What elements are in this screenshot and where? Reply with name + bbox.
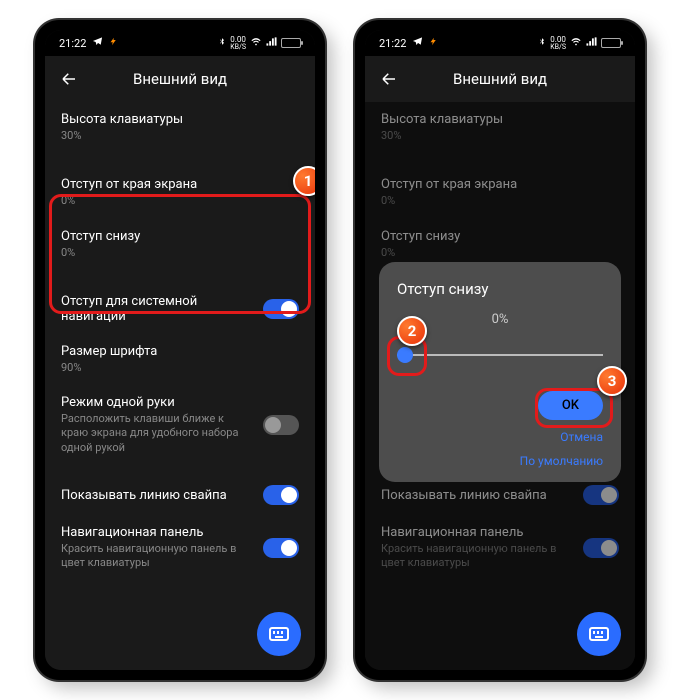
telegram-icon bbox=[412, 36, 423, 50]
back-button[interactable] bbox=[59, 69, 79, 89]
step-badge-2: 2 bbox=[397, 316, 427, 346]
status-bar: 21:22 0.00 KB/S bbox=[365, 30, 635, 56]
battery-icon bbox=[281, 38, 301, 48]
signal-icon bbox=[586, 37, 597, 50]
toggle-nav-panel[interactable] bbox=[263, 538, 299, 558]
bluetooth-icon bbox=[218, 36, 226, 50]
row-edge-padding[interactable]: Отступ от края экрана 0% bbox=[45, 153, 315, 218]
screen-left: 21:22 0.00 KB/S bbox=[45, 30, 315, 670]
row-system-nav-padding[interactable]: Отступ для системной навигации bbox=[45, 284, 315, 334]
phone-left: 21:22 0.00 KB/S bbox=[35, 20, 325, 680]
lightning-icon bbox=[429, 36, 438, 50]
net-unit: KB/S bbox=[230, 44, 246, 51]
ok-button[interactable]: OK bbox=[538, 391, 603, 420]
row-one-hand[interactable]: Режим одной руки Расположить клавиши бли… bbox=[45, 385, 315, 465]
row-font-size[interactable]: Размер шрифта 90% bbox=[45, 334, 315, 385]
row-keyboard-height[interactable]: Высота клавиатуры 30% bbox=[45, 102, 315, 153]
settings-list: Высота клавиатуры 30% Отступ от края экр… bbox=[365, 102, 635, 670]
dialog-slider[interactable] bbox=[397, 345, 603, 365]
keyboard-fab[interactable] bbox=[577, 612, 621, 656]
toggle-swipe-line[interactable] bbox=[263, 485, 299, 505]
screen-right: 21:22 0.00 KB/S bbox=[365, 30, 635, 670]
dialog-value: 0% bbox=[397, 312, 603, 327]
wifi-icon bbox=[250, 37, 262, 50]
battery-icon bbox=[601, 38, 621, 48]
status-time: 21:22 bbox=[59, 37, 86, 50]
back-button[interactable] bbox=[379, 69, 399, 89]
lightning-icon bbox=[109, 36, 118, 50]
toggle-system-nav[interactable] bbox=[263, 299, 299, 319]
slider-thumb[interactable] bbox=[397, 347, 413, 363]
step-badge-3: 3 bbox=[597, 366, 627, 396]
phone-right: 21:22 0.00 KB/S bbox=[355, 20, 645, 680]
toggle-one-hand[interactable] bbox=[263, 415, 299, 435]
app-header: Внешний вид bbox=[45, 56, 315, 102]
bottom-padding-dialog: Отступ снизу 0% OK Отмена По умолчанию bbox=[379, 262, 621, 482]
status-bar: 21:22 0.00 KB/S bbox=[45, 30, 315, 56]
keyboard-icon bbox=[589, 627, 609, 641]
cancel-link[interactable]: Отмена bbox=[397, 430, 603, 444]
page-title: Внешний вид bbox=[419, 70, 581, 88]
settings-list: Высота клавиатуры 30% Отступ от края экр… bbox=[45, 102, 315, 670]
page-title: Внешний вид bbox=[99, 70, 261, 88]
dialog-title: Отступ снизу bbox=[397, 280, 603, 298]
row-bottom-padding[interactable]: Отступ снизу 0% bbox=[45, 219, 315, 284]
wifi-icon bbox=[570, 37, 582, 50]
row-swipe-line[interactable]: Показывать линию свайпа bbox=[45, 465, 315, 515]
bluetooth-icon bbox=[538, 36, 546, 50]
signal-icon bbox=[266, 37, 277, 50]
keyboard-fab[interactable] bbox=[257, 612, 301, 656]
telegram-icon bbox=[92, 36, 103, 50]
row-nav-panel[interactable]: Навигационная панель Красить навигационн… bbox=[45, 515, 315, 581]
keyboard-icon bbox=[269, 627, 289, 641]
default-link[interactable]: По умолчанию bbox=[397, 454, 603, 468]
app-header: Внешний вид bbox=[365, 56, 635, 102]
status-time: 21:22 bbox=[379, 37, 406, 50]
step-badge-1: 1 bbox=[293, 166, 315, 196]
